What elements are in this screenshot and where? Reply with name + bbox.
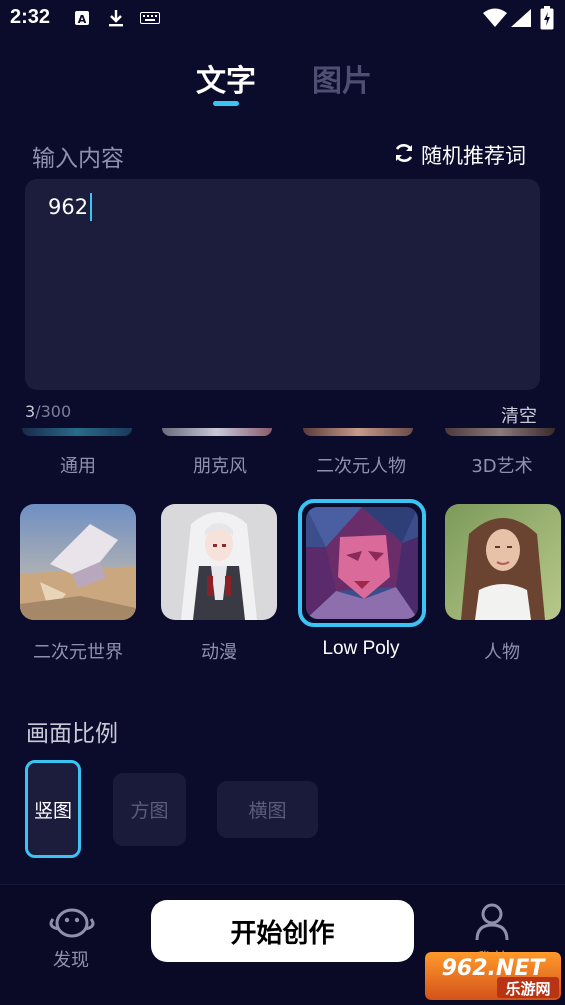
ratio-label-square: 方图	[130, 800, 169, 822]
style-card-low-poly[interactable]	[298, 499, 426, 627]
signal-icon	[510, 8, 532, 32]
tab-active-indicator	[213, 101, 239, 106]
style-label-3d-art[interactable]: 3D艺术	[442, 452, 562, 478]
style-label-person[interactable]: 人物	[437, 638, 565, 664]
keyboard-a-icon: A	[74, 10, 90, 30]
random-prompt-button[interactable]: 随机推荐词	[393, 140, 526, 170]
clear-button[interactable]: 清空	[501, 402, 537, 428]
style-card-anime[interactable]	[161, 504, 277, 620]
refresh-icon	[393, 142, 415, 168]
random-prompt-label: 随机推荐词	[421, 144, 526, 168]
text-caret	[90, 193, 93, 221]
style-thumb-general[interactable]	[22, 428, 132, 436]
style-thumb-punk[interactable]	[162, 428, 272, 436]
keyboard-icon	[140, 12, 160, 30]
person-thumbnail	[445, 504, 561, 620]
style-label-punk[interactable]: 朋克风	[160, 452, 280, 478]
ratio-option-square[interactable]: 方图	[113, 773, 186, 846]
download-icon	[107, 8, 125, 32]
ratio-title: 画面比例	[26, 721, 118, 747]
tab-text[interactable]: 文字	[196, 56, 256, 100]
char-count-current: 3	[25, 402, 36, 421]
anime-world-thumbnail	[20, 504, 136, 620]
style-card-person[interactable]	[445, 504, 561, 620]
style-label-anime-character[interactable]: 二次元人物	[301, 452, 421, 478]
start-create-button[interactable]: 开始创作	[151, 900, 414, 962]
battery-icon	[540, 6, 554, 34]
nav-discover-label[interactable]: 发现	[53, 946, 89, 972]
style-thumb-3d-art[interactable]	[445, 428, 555, 436]
wifi-icon	[482, 8, 508, 32]
low-poly-thumbnail	[306, 507, 418, 619]
svg-text:A: A	[78, 13, 87, 26]
style-card-anime-world[interactable]	[20, 504, 136, 620]
watermark-logo: 962.NET 乐游网	[425, 952, 561, 1000]
style-label-anime-world[interactable]: 二次元世界	[13, 638, 143, 664]
anime-thumbnail	[161, 504, 277, 620]
input-label: 输入内容	[32, 146, 124, 172]
prompt-value: 962	[48, 195, 89, 219]
style-thumb-anime-character[interactable]	[303, 428, 413, 436]
ratio-label-portrait: 竖图	[33, 799, 72, 822]
style-label-anime[interactable]: 动漫	[154, 638, 284, 664]
ratio-label-landscape: 横图	[248, 800, 287, 822]
style-label-low-poly[interactable]: Low Poly	[296, 638, 426, 660]
ratio-option-portrait[interactable]: 竖图	[25, 760, 81, 858]
discover-icon[interactable]	[49, 905, 95, 945]
prompt-text: 962	[48, 193, 93, 221]
ratio-option-landscape[interactable]: 横图	[217, 781, 318, 838]
char-count-max: /300	[35, 402, 72, 421]
style-label-general[interactable]: 通用	[18, 452, 138, 478]
prompt-textarea[interactable]	[25, 179, 540, 390]
char-counter: 3/300	[25, 402, 71, 421]
svg-text:乐游网: 乐游网	[505, 980, 550, 998]
profile-icon[interactable]	[475, 902, 509, 946]
status-time: 2:32	[10, 6, 51, 28]
svg-text:962.NET: 962.NET	[442, 956, 547, 981]
start-create-label: 开始创作	[230, 918, 335, 949]
tab-image[interactable]: 图片	[312, 56, 372, 100]
